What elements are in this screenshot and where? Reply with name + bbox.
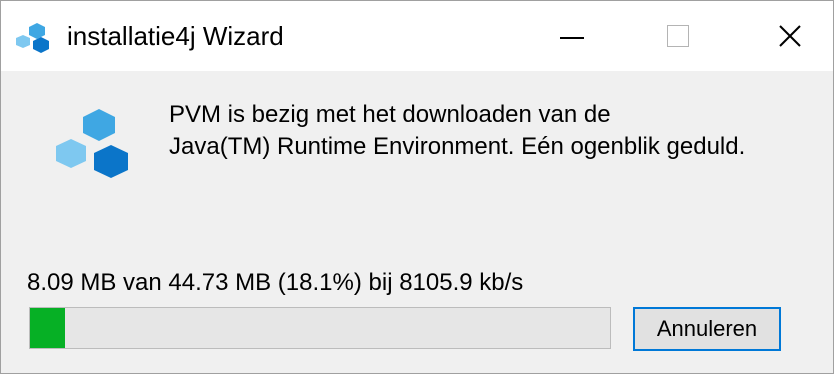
progress-fill (30, 308, 65, 348)
message-line-2: Java(TM) Runtime Environment. Eén ogenbl… (169, 133, 746, 160)
title-bar[interactable]: installatie4j Wizard (1, 1, 833, 71)
install4j-logo-icon (16, 23, 49, 53)
maximize-icon (667, 25, 689, 47)
close-icon (779, 25, 801, 47)
message-line-1: PVM is bezig met het downloaden van de (169, 101, 611, 128)
maximize-button[interactable] (633, 1, 723, 71)
window-title: installatie4j Wizard (67, 21, 284, 51)
cancel-button[interactable]: Annuleren (633, 307, 781, 351)
download-status-text: 8.09 MB van 44.73 MB (18.1%) bij 8105.9 … (27, 269, 524, 296)
download-message: PVM is bezig met het downloaden van de J… (169, 99, 745, 163)
close-button[interactable] (745, 1, 834, 71)
minimize-icon (560, 37, 584, 39)
download-progress-bar (29, 307, 611, 349)
installer-window: installatie4j Wizard PVM is bezig met he… (0, 0, 834, 374)
install4j-logo-icon-large (56, 109, 128, 178)
minimize-button[interactable] (527, 1, 617, 71)
